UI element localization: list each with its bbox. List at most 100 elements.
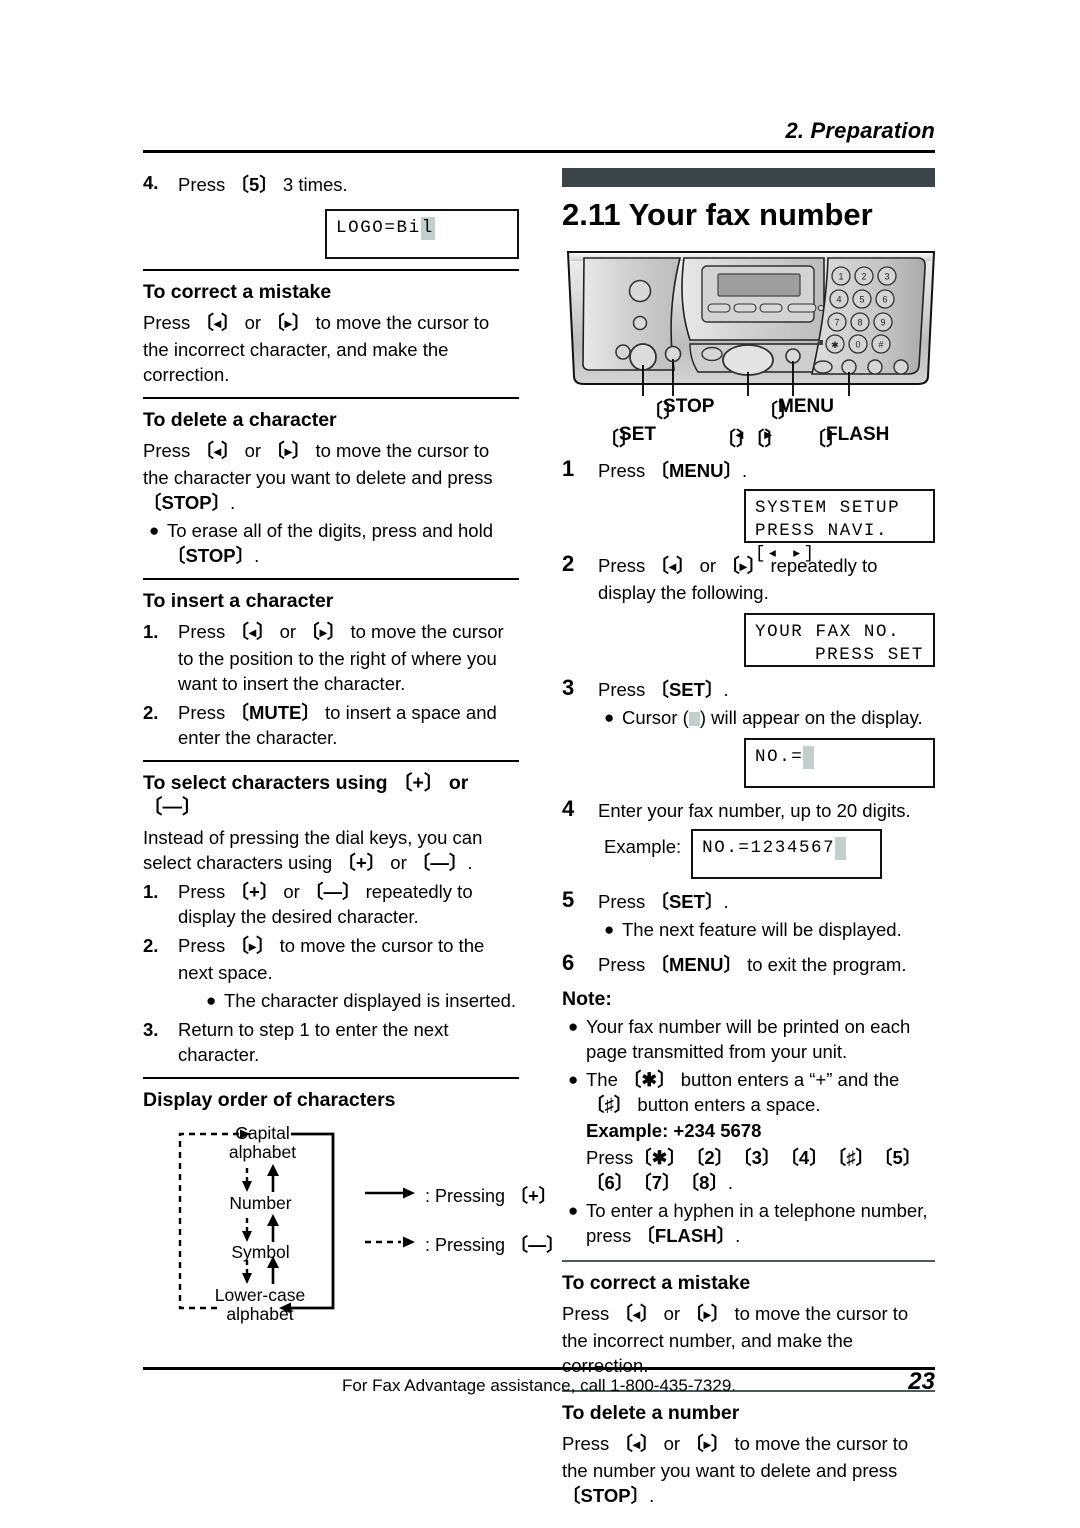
heading-select-characters: To select characters using 〔+〕 or 〔—〕 bbox=[143, 771, 519, 819]
key-stop: 〔STOP〕 bbox=[562, 1485, 650, 1506]
lcd-logo-cursor: l bbox=[420, 217, 435, 240]
cursor-swatch bbox=[688, 712, 700, 726]
key-2: 〔2〕 bbox=[685, 1147, 734, 1168]
key-menu: 〔MENU〕 bbox=[650, 954, 742, 975]
fax-softkey-1 bbox=[707, 303, 731, 313]
txt: Press bbox=[562, 1433, 610, 1454]
fax-button-bottom-1 bbox=[813, 360, 833, 374]
example-label: Example: bbox=[604, 836, 682, 857]
txt: or bbox=[448, 772, 469, 794]
key-8: 〔8〕 bbox=[680, 1172, 728, 1193]
fax-step-6: 6 Press 〔MENU〕 to exit the program. bbox=[562, 950, 935, 977]
txt: . bbox=[254, 545, 260, 566]
display-order-diagram: Capital alphabet Number Symbol Lower-cas… bbox=[143, 1120, 564, 1325]
callout-menu: 〔 MENU 〕 bbox=[759, 396, 834, 422]
divider-2 bbox=[143, 397, 519, 399]
step-number: 2. bbox=[143, 935, 159, 956]
lcd-line-1: YOUR FAX NO. bbox=[755, 622, 901, 642]
fax-step-4: 4 Enter your fax number, up to 20 digits… bbox=[562, 796, 935, 823]
txt: button enters a space. bbox=[637, 1094, 821, 1115]
txt: Press bbox=[586, 1147, 634, 1168]
txt: character you want to delete and press bbox=[173, 467, 493, 488]
txt: To erase all of the digits, press and ho… bbox=[167, 520, 493, 541]
key-minus: 〔—〕 bbox=[510, 1235, 565, 1255]
manual-page: 2. Preparation 4. Press 〔5〕 3 times. LOG… bbox=[0, 0, 1080, 1528]
txt: Press bbox=[178, 702, 226, 723]
txt: Press bbox=[178, 881, 226, 902]
key-arrow-left-icon: 〔〕 bbox=[195, 310, 239, 337]
txt: or bbox=[244, 312, 262, 333]
step-number: 3. bbox=[143, 1019, 159, 1040]
step-4-text-after: 3 times. bbox=[282, 174, 348, 195]
txt: The bbox=[586, 1069, 618, 1090]
footer-rule bbox=[143, 1367, 935, 1370]
key-arrow-right-icon: 〔〕 bbox=[266, 438, 310, 465]
note-bullet-1: ● Your fax number will be printed on eac… bbox=[562, 1014, 935, 1064]
fax-step-3: 3 Press 〔SET〕. ● Cursor () will appear o… bbox=[562, 675, 935, 730]
txt: or bbox=[244, 440, 262, 461]
bullet-dot: ● bbox=[568, 1017, 579, 1036]
lcd-cursor bbox=[835, 837, 847, 860]
diagram-node-lowercase: Lower-case alphabet bbox=[214, 1285, 306, 1324]
txt: or bbox=[390, 852, 407, 873]
lcd-no-example: NO.=1234567 bbox=[691, 829, 883, 879]
body-select-characters: Instead of pressing the dial keys, you c… bbox=[143, 825, 519, 875]
svg-text:4: 4 bbox=[836, 295, 841, 305]
heading-insert-character: To insert a character bbox=[143, 590, 334, 612]
bullet-dot: ● bbox=[149, 521, 160, 540]
lcd-cursor bbox=[803, 746, 815, 769]
divider-4 bbox=[143, 760, 519, 762]
right-column: 2.11 Your fax number 1 2 3 4 5 6 7 8 9 ✱… bbox=[562, 168, 936, 1510]
key-asterisk: 〔✱〕 bbox=[623, 1069, 676, 1090]
key-flash: 〔FLASH〕 bbox=[636, 1225, 736, 1246]
fax-softkey-2 bbox=[733, 303, 757, 313]
key-minus: 〔—〕 bbox=[304, 881, 361, 902]
note-bullet-3: ● To enter a hyphen in a telephone numbe… bbox=[562, 1198, 935, 1248]
fax-step-5: 5 Press 〔SET〕. ● The next feature will b… bbox=[562, 887, 935, 942]
svg-text:5: 5 bbox=[859, 295, 864, 305]
heading-note: Note: bbox=[562, 988, 612, 1010]
divider-5 bbox=[143, 1077, 519, 1079]
step-number: 3 bbox=[562, 675, 575, 700]
key-hash: 〔♯〕 bbox=[586, 1094, 633, 1115]
legend-pressing-minus: : Pressing 〔—〕 bbox=[425, 1231, 564, 1257]
bullet-cursor-appear: ● Cursor () will appear on the display. bbox=[598, 705, 935, 730]
note-example-press: Press〔✱〕〔2〕〔3〕〔4〕〔♯〕〔5〕〔6〕〔7〕〔8〕. bbox=[586, 1145, 935, 1195]
fax-machine-svg: 1 2 3 4 5 6 7 8 9 ✱ 0 # bbox=[566, 251, 936, 396]
heading-correct-mistake-right: To correct a mistake bbox=[562, 1272, 751, 1294]
txt: Press bbox=[562, 1303, 610, 1324]
bullet-dot: ● bbox=[206, 991, 217, 1010]
fax-machine-illustration: 1 2 3 4 5 6 7 8 9 ✱ 0 # bbox=[562, 244, 940, 396]
section-title: 2.11 Your fax number bbox=[562, 197, 873, 232]
txt: Press bbox=[598, 679, 646, 700]
key-arrow-left-icon: 〔〕 bbox=[614, 1431, 658, 1458]
txt: Press bbox=[598, 954, 646, 975]
txt: or bbox=[283, 881, 300, 902]
body-correct-mistake: Press 〔〕 or 〔〕 to move the cursor to the… bbox=[143, 310, 519, 387]
diagram-node-symbol: Symbol bbox=[231, 1242, 290, 1262]
txt: or bbox=[279, 621, 297, 642]
insert-step-1: 1. Press 〔〕 or 〔〕 to move the cursor to … bbox=[143, 619, 519, 696]
svg-text:8: 8 bbox=[857, 318, 862, 328]
svg-text:#: # bbox=[878, 340, 883, 350]
key-arrow-left-icon: 〔〕 bbox=[614, 1301, 658, 1328]
step-number: 5 bbox=[562, 887, 575, 912]
callout-nav-arrows: 〔〕〔〕 bbox=[717, 424, 784, 451]
svg-text:7: 7 bbox=[834, 318, 839, 328]
callout-stop: 〔 STOP 〕 bbox=[644, 396, 715, 422]
key-arrow-right-icon: 〔〕 bbox=[230, 933, 274, 960]
key-plus: 〔+〕 bbox=[510, 1186, 557, 1206]
key-arrow-right-icon: 〔〕 bbox=[685, 1301, 729, 1328]
lcd-your-fax-no: YOUR FAX NO. PRESS SET bbox=[744, 613, 935, 667]
key-menu: 〔MENU〕 bbox=[650, 460, 742, 481]
txt: or bbox=[663, 1303, 681, 1324]
key-7: 〔7〕 bbox=[633, 1172, 681, 1193]
divider-right-1 bbox=[562, 1260, 935, 1262]
txt: number you want to delete and press bbox=[592, 1460, 898, 1481]
key-5: 〔5〕 bbox=[873, 1147, 922, 1168]
header-rule bbox=[143, 150, 935, 153]
bullet-erase-digits: ● To erase all of the digits, press and … bbox=[143, 518, 519, 568]
fax-button-nav bbox=[785, 348, 801, 364]
fax-indicator-led bbox=[817, 304, 825, 312]
key-4: 〔4〕 bbox=[780, 1147, 828, 1168]
